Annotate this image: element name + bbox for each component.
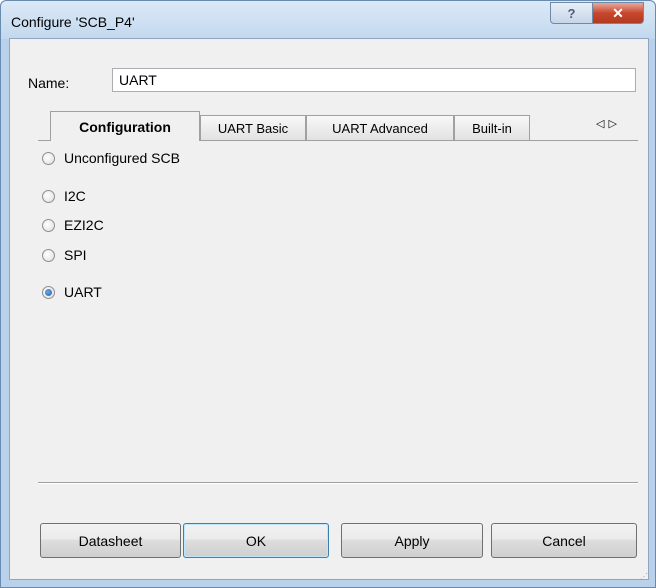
- radio-spi[interactable]: SPI: [42, 247, 87, 263]
- cancel-button[interactable]: Cancel: [491, 523, 637, 558]
- radio-unconfigured-scb[interactable]: Unconfigured SCB: [42, 150, 180, 166]
- help-button[interactable]: ?: [550, 2, 593, 24]
- radio-ezi2c[interactable]: EZI2C: [42, 217, 104, 233]
- triangle-right-icon[interactable]: ▷: [608, 118, 620, 130]
- tab-configuration[interactable]: Configuration: [50, 111, 200, 141]
- radio-label: UART: [64, 284, 102, 300]
- tab-label: Configuration: [79, 118, 171, 135]
- name-label: Name:: [28, 75, 70, 91]
- button-separator: [38, 482, 638, 483]
- radio-label: SPI: [64, 247, 87, 263]
- name-input[interactable]: [112, 68, 636, 92]
- radio-i2c[interactable]: I2C: [42, 188, 86, 204]
- datasheet-button[interactable]: Datasheet: [40, 523, 181, 558]
- close-button[interactable]: ✕: [592, 2, 644, 24]
- tab-strip: Configuration UART Basic UART Advanced B…: [38, 111, 638, 141]
- radio-label: I2C: [64, 188, 86, 204]
- configuration-panel: Unconfigured SCB I2C EZI2C SPI UART: [38, 141, 638, 471]
- apply-button[interactable]: Apply: [341, 523, 483, 558]
- radio-button-selected[interactable]: [42, 285, 55, 299]
- resize-grip-icon[interactable]: ⋰: [640, 572, 648, 581]
- tab-uart-advanced[interactable]: UART Advanced: [306, 115, 454, 140]
- title-bar[interactable]: Configure 'SCB_P4' ? ✕: [1, 1, 655, 39]
- radio-button[interactable]: [42, 218, 55, 232]
- radio-label: EZI2C: [64, 217, 104, 233]
- radio-label: Unconfigured SCB: [64, 150, 180, 166]
- tab-label: Built-in: [472, 120, 512, 136]
- radio-button[interactable]: [42, 189, 55, 203]
- close-icon: ✕: [612, 4, 624, 21]
- tab-uart-basic[interactable]: UART Basic: [200, 115, 306, 140]
- radio-button[interactable]: [42, 248, 55, 262]
- radio-uart[interactable]: UART: [42, 284, 102, 300]
- radio-button[interactable]: [42, 151, 55, 165]
- tab-scroll-buttons: ◁▷: [596, 117, 621, 130]
- tab-built-in[interactable]: Built-in: [454, 115, 530, 140]
- help-icon: ?: [567, 5, 576, 21]
- ok-button[interactable]: OK: [183, 523, 329, 558]
- tab-label: UART Basic: [217, 120, 289, 136]
- window-title: Configure 'SCB_P4': [11, 14, 135, 30]
- tab-label: UART Advanced: [332, 120, 428, 136]
- triangle-left-icon[interactable]: ◁: [596, 118, 608, 130]
